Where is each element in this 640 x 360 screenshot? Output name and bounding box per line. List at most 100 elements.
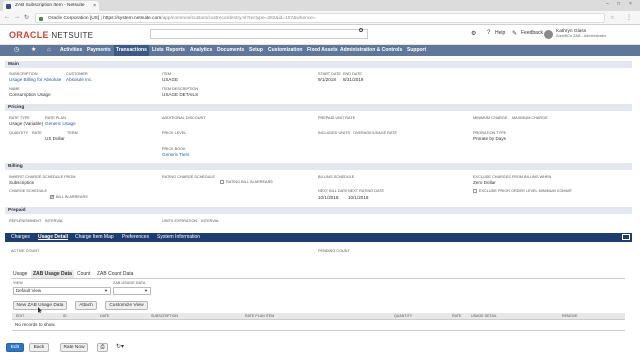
end-date-value: 8/31/2019	[343, 77, 364, 82]
nav-activities[interactable]: Activities	[60, 45, 82, 56]
billing-schedule-label: Billing Schedule	[318, 175, 355, 179]
item-description-label: Item Description	[162, 87, 199, 91]
browser-menu-icon[interactable]: ⋮	[626, 14, 632, 21]
customize-view-button[interactable]: Customize View	[105, 301, 148, 310]
section-main-header[interactable]: Main	[5, 61, 632, 68]
nav-analytics[interactable]: Analytics	[190, 45, 212, 56]
nav-setup[interactable]: Setup	[249, 45, 263, 56]
name-value: Consumption Usage	[9, 92, 51, 97]
column-id[interactable]: ID	[63, 313, 67, 320]
subscription-label: Subscription	[9, 72, 38, 76]
inner-tab-zab-count-data[interactable]: ZAB Count Data	[95, 270, 135, 278]
zab-usage-data-filter-select[interactable]: ▼	[113, 287, 151, 295]
new-zab-usage-data-button[interactable]: New ZAB Usage Data	[13, 301, 67, 310]
url-org: Oracle Corporation [US]	[48, 16, 100, 21]
section-pricing-header[interactable]: Pricing	[5, 104, 632, 111]
exclude-charges-label: Exclude Charges From Billing When	[473, 175, 552, 179]
section-prepaid-header[interactable]: Prepaid	[5, 207, 632, 214]
global-search-input[interactable]	[150, 29, 368, 39]
inner-tab-usage[interactable]: Usage	[11, 270, 29, 278]
expand-icon[interactable]	[622, 234, 630, 240]
recent-icon[interactable]: ◷	[14, 45, 19, 56]
shortcuts-star-icon[interactable]: ★	[31, 45, 36, 56]
rate-plan-link[interactable]: Generic Usage	[45, 121, 76, 126]
window-close-icon[interactable]: ×	[629, 1, 632, 7]
column-rate-plan-item[interactable]: Rate Plan Item	[245, 313, 274, 320]
window-maximize-icon[interactable]: □	[617, 1, 620, 7]
term-label: Term	[67, 131, 78, 135]
column-rate[interactable]: Rate	[452, 313, 461, 320]
nav-documents[interactable]: Documents	[217, 45, 244, 56]
tab-preferences[interactable]: Preferences	[122, 233, 149, 242]
inner-tab-zab-usage-data[interactable]: ZAB Usage Data	[31, 270, 74, 278]
column-edit[interactable]: Edit	[16, 313, 24, 320]
actions-menu-icon[interactable]: ↻▾	[116, 343, 124, 350]
feedback-icon[interactable]: ✎	[512, 30, 517, 37]
avatar[interactable]	[544, 30, 553, 39]
item-description-value: USAGE DETAILS	[162, 92, 199, 97]
browser-tab-bar: ZAB Subscription Item - Netsuite × – □ ×	[0, 0, 640, 11]
section-billing-header[interactable]: Billing	[5, 163, 632, 170]
nav-reports[interactable]: Reports	[166, 45, 185, 56]
print-icon[interactable]: ⎙	[97, 343, 108, 352]
view-select[interactable]: Default View ▼	[13, 287, 111, 295]
subscription-link[interactable]: Usage Billing for Absolute	[9, 77, 61, 82]
help-link[interactable]: Help	[495, 30, 505, 36]
home-icon[interactable]: ⌂	[47, 45, 51, 56]
oracle-netsuite-logo[interactable]: ORACLE NETSUITE	[9, 30, 93, 40]
end-date-label: End Date	[343, 72, 362, 76]
tab-system-information[interactable]: System Information	[157, 233, 200, 242]
user-role: ZoneBCo ZAB - Administrator	[556, 34, 607, 38]
forward-arrow-icon[interactable]: →	[14, 14, 20, 20]
table-bottom-border	[12, 330, 625, 331]
nav-administration-controls[interactable]: Administration & Controls	[340, 45, 402, 56]
nav-payments[interactable]: Payments	[87, 45, 111, 56]
user-menu[interactable]: Kathryn Glass ZoneBCo ZAB - Administrato…	[556, 29, 606, 39]
back-arrow-icon[interactable]: ←	[4, 14, 10, 20]
additional-discount-label: Additional Discount	[162, 116, 206, 120]
window-minimize-icon[interactable]: –	[606, 1, 609, 7]
nav-fixed-assets[interactable]: Fixed Assets	[307, 45, 338, 56]
bill-in-arrears-checkbox[interactable]	[50, 194, 54, 200]
inner-tab-count[interactable]: Count	[75, 270, 92, 278]
tab-charge-item-map[interactable]: Charge Item Map	[75, 233, 114, 242]
nav-transactions[interactable]: Transactions	[114, 45, 149, 56]
feedback-link[interactable]: Feedback	[521, 30, 543, 36]
exclude-prior-checkbox[interactable]	[473, 189, 477, 193]
nav-lists[interactable]: Lists	[152, 45, 164, 56]
help-icon[interactable]: ?	[487, 30, 490, 36]
customer-link[interactable]: Absolute Inc.	[66, 77, 93, 82]
rating-bill-in-arrears-checkbox[interactable]	[220, 180, 224, 184]
star-icon[interactable]: ☆	[610, 15, 614, 21]
reload-icon[interactable]: ↻	[24, 14, 29, 21]
address-bar[interactable]: Oracle Corporation [US] | https://system…	[35, 13, 605, 23]
price-book-link[interactable]: Generic Tiers	[162, 152, 189, 157]
recent-records-icon[interactable]: ⚙	[471, 30, 476, 37]
column-subscription[interactable]: Subscription	[151, 313, 178, 320]
view-select-value: Default View	[16, 288, 42, 293]
zab-usage-data-filter-label: ZAB Usage Data	[113, 281, 146, 285]
attach-button[interactable]: Attach	[75, 301, 97, 310]
tab-charges[interactable]: Charges	[11, 233, 30, 242]
quantity-label: Quantity	[9, 131, 29, 135]
nav-customization[interactable]: Customization	[268, 45, 302, 56]
tab-usage-detail[interactable]: Usage Detail	[38, 233, 68, 242]
subtab-bar: Charges Usage Detail Charge Item Map Pre…	[5, 233, 632, 242]
column-usage-detail[interactable]: Usage Detail	[471, 313, 497, 320]
maximum-charge-label: Maximum Charge	[512, 116, 548, 120]
search-icon[interactable]	[359, 28, 363, 32]
nav-support[interactable]: Support	[407, 45, 426, 56]
browser-tab[interactable]: ZAB Subscription Item - Netsuite ×	[3, 1, 99, 11]
tab-close-icon[interactable]: ×	[93, 1, 96, 11]
inherit-schedule-label: Inherit Charge Schedule From	[9, 175, 76, 179]
back-button[interactable]: Back	[29, 343, 49, 352]
lock-icon	[39, 16, 43, 21]
rate-now-button[interactable]: Rate Now	[60, 343, 88, 352]
column-quantity[interactable]: Quantity	[394, 313, 412, 320]
column-remove[interactable]: Remove	[562, 313, 578, 320]
minimum-charge-label: Minimum Charge	[473, 116, 508, 120]
edit-button[interactable]: Edit	[6, 343, 24, 352]
proration-type-value: Prorate by Days	[473, 136, 506, 141]
column-date[interactable]: Date	[100, 313, 109, 320]
browser-tab-title: ZAB Subscription Item - Netsuite	[15, 3, 85, 8]
